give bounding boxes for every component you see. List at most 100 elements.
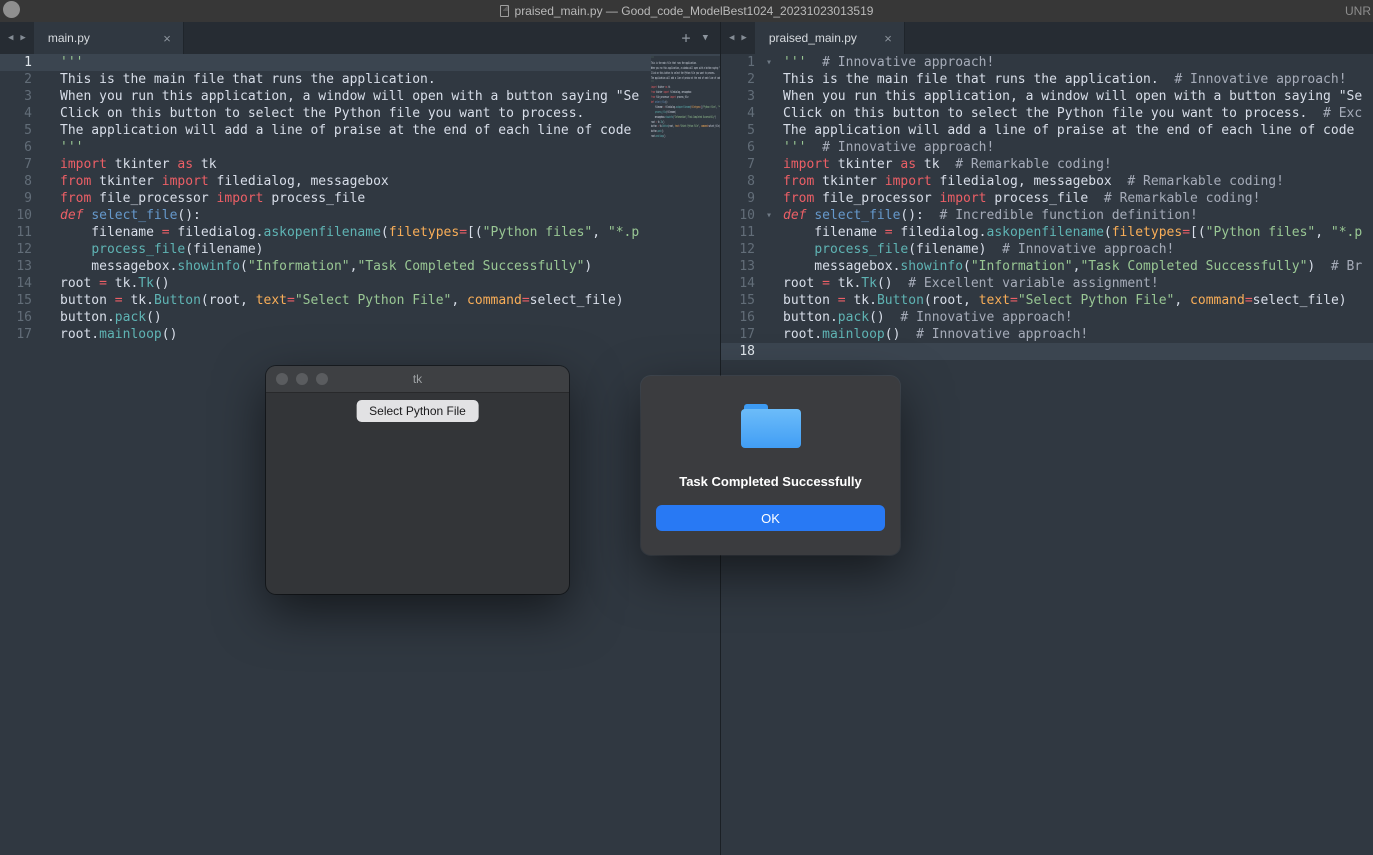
code-line[interactable]: 10def select_file(): [0,207,720,224]
code-text: This is the main file that runs the appl… [60,71,436,88]
document-icon [500,5,509,17]
code-text: from tkinter import filedialog, messageb… [60,173,389,190]
window-title: praised_main.py — Good_code_ModelBest102… [515,4,874,18]
code-line[interactable]: 2This is the main file that runs the app… [721,71,1373,88]
code-line[interactable]: 8 from tkinter import filedialog, message… [721,173,1373,190]
code-line[interactable]: 13 messagebox.showinfo("Information","Ta… [721,258,1373,275]
code-text: button.pack() [60,309,162,326]
code-line[interactable]: 11 filename = filedialog.askopenfilename… [721,224,1373,241]
code-line[interactable]: 1''' [0,54,720,71]
titlebar[interactable]: praised_main.py — Good_code_ModelBest102… [0,0,1373,22]
close-icon[interactable]: × [884,32,892,45]
fold-gutter [32,258,60,275]
code-line[interactable]: 7import tkinter as tk [0,156,720,173]
code-line[interactable]: 6''' # Innovative approach! [721,139,1373,156]
code-line[interactable]: 13 messagebox.showinfo("Information","Ta… [0,258,720,275]
line-number: 17 [0,326,32,343]
code-line[interactable]: 16button.pack() [0,309,720,326]
code-line[interactable]: 14root = tk.Tk() [0,275,720,292]
code-line[interactable]: 10▾def select_file(): # Incredible funct… [721,207,1373,224]
code-line[interactable]: 16button.pack() # Innovative approach! [721,309,1373,326]
code-line[interactable]: 8from tkinter import filedialog, message… [0,173,720,190]
fold-gutter [755,275,783,292]
code-text: ''' [60,54,83,71]
line-number: 18 [721,343,755,360]
fold-gutter [755,156,783,173]
code-line[interactable]: 5The application will add a line of prai… [721,122,1373,139]
code-line[interactable]: 1▾''' # Innovative approach! [721,54,1373,71]
completion-dialog: Task Completed Successfully OK [641,376,900,555]
code-text: root.mainloop() # Innovative approach! [783,326,1088,343]
code-line[interactable]: 15button = tk.Button(root, text="Select … [0,292,720,309]
tab-back-button[interactable]: ◀ [729,33,734,43]
code-text: When you run this application, a window … [783,88,1362,105]
line-number: 3 [0,88,32,105]
close-icon[interactable]: × [163,32,171,45]
code-line[interactable]: 12 process_file(filename) # Innovative a… [721,241,1373,258]
code-text: from tkinter import filedialog, messageb… [783,173,1284,190]
folder-icon [741,404,801,448]
code-text: Click on this button to select the Pytho… [783,105,1362,122]
code-line[interactable]: 2 This is the main file that runs the app… [0,71,720,88]
code-line[interactable]: 3 When you run this application, a window… [0,88,720,105]
tab-praised-main-py[interactable]: praised_main.py × [755,22,905,54]
code-text: from file_processor import process_file [60,190,365,207]
code-text: process_file(filename) # Innovative appr… [783,241,1174,258]
code-text: filename = filedialog.askopenfilename(fi… [60,224,639,241]
line-number: 11 [721,224,755,241]
code-line[interactable]: 14root = tk.Tk() # Excellent variable as… [721,275,1373,292]
tab-overflow-button[interactable]: ▼ [703,33,708,43]
line-number: 17 [721,326,755,343]
select-python-file-button[interactable]: Select Python File [356,400,479,422]
tab-back-button[interactable]: ◀ [8,33,13,43]
fold-gutter [32,173,60,190]
code-line[interactable]: 17 root.mainloop() # Innovative approach! [721,326,1373,343]
tab-label: praised_main.py [769,31,857,45]
code-line[interactable]: 9from file_processor import process_file [0,190,720,207]
window-control-circle[interactable] [3,1,20,18]
tab-main-py[interactable]: main.py × [34,22,184,54]
tab-forward-button[interactable]: ▶ [741,33,746,43]
minimap[interactable]: '''This is the main file that runs the a… [651,56,720,139]
tab-forward-button[interactable]: ▶ [20,33,25,43]
code-line[interactable]: 12 process_file(filename) [0,241,720,258]
code-text: def select_file(): [60,207,201,224]
code-line[interactable]: 3When you run this application, a window… [721,88,1373,105]
code-line[interactable]: 15button = tk.Button(root, text="Select … [721,292,1373,309]
line-number: 8 [721,173,755,190]
fold-gutter [755,105,783,122]
line-number: 15 [721,292,755,309]
tab-label: main.py [48,31,90,45]
code-text: import tkinter as tk # Remarkable coding… [783,156,1112,173]
code-line[interactable]: 11 filename = filedialog.askopenfilename… [0,224,720,241]
code-line[interactable]: 18 [721,343,1373,360]
code-line[interactable]: 6''' [0,139,720,156]
fold-gutter [32,241,60,258]
fold-gutter [755,71,783,88]
code-line[interactable]: 5The application will add a line of prai… [0,122,720,139]
fold-gutter [32,122,60,139]
code-text: When you run this application, a window … [60,88,639,105]
fold-arrow-icon[interactable]: ▾ [755,207,783,224]
code-line[interactable]: 7import tkinter as tk # Remarkable codin… [721,156,1373,173]
fold-gutter [32,309,60,326]
tk-titlebar[interactable]: tk [266,366,569,393]
code-line[interactable]: 17root.mainloop() [0,326,720,343]
fold-arrow-icon[interactable]: ▾ [755,54,783,71]
line-number: 12 [0,241,32,258]
tabbar-right: ◀ ▶ praised_main.py × [721,22,1373,54]
fold-gutter [755,258,783,275]
line-number: 2 [0,71,32,88]
new-tab-button[interactable]: + [682,29,691,47]
code-line[interactable]: 4Click on this button to select the Pyth… [721,105,1373,122]
code-text: button.pack() # Innovative approach! [783,309,1073,326]
line-number: 10 [721,207,755,224]
code-line[interactable]: 4Click on this button to select the Pyth… [0,105,720,122]
fold-gutter [32,326,60,343]
fold-gutter [755,343,783,360]
ok-button[interactable]: OK [656,505,885,531]
code-line[interactable]: 9from file_processor import process_file… [721,190,1373,207]
line-number: 5 [721,122,755,139]
code-text: messagebox.showinfo("Information","Task … [783,258,1362,275]
code-text: ''' # Innovative approach! [783,54,994,71]
